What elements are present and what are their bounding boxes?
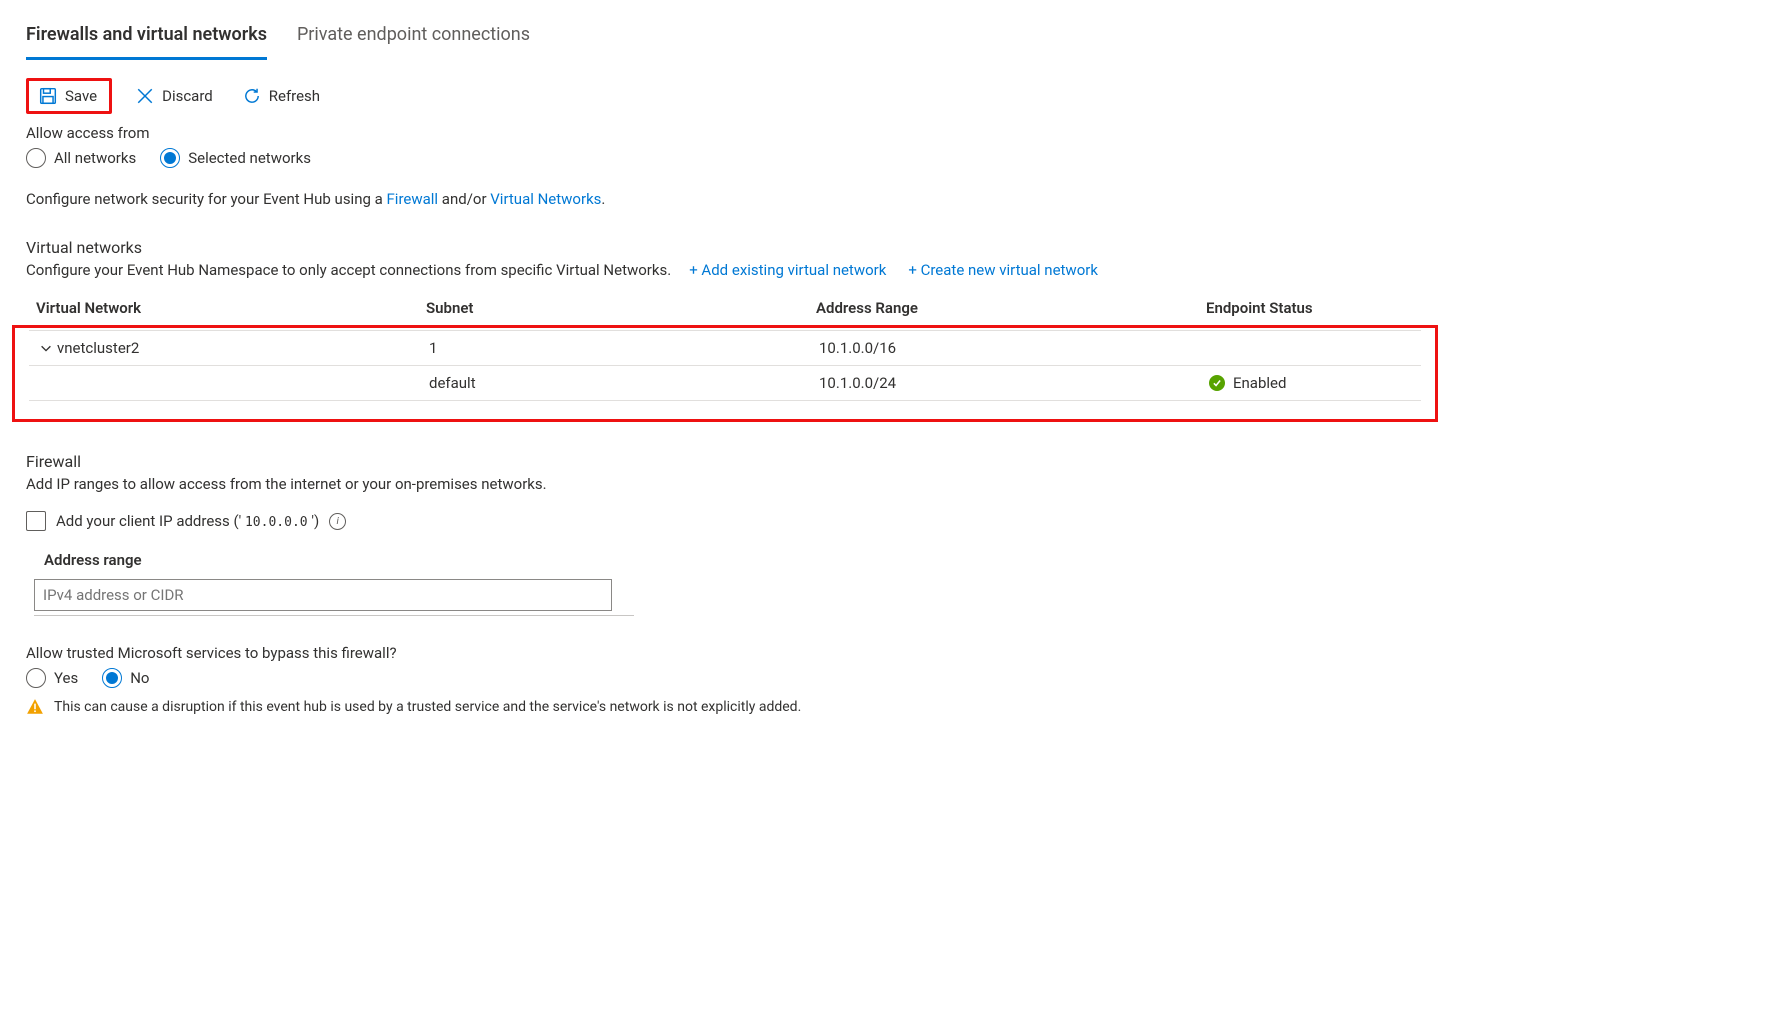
discard-button[interactable]: Discard <box>130 83 219 109</box>
radio-yes-label: Yes <box>54 669 78 687</box>
col-subnet: Subnet <box>426 299 816 317</box>
refresh-icon <box>243 87 261 105</box>
refresh-label: Refresh <box>269 87 320 105</box>
bypass-warning: This can cause a disruption if this even… <box>26 698 1757 716</box>
firewall-desc: Add IP ranges to allow access from the i… <box>26 475 1757 493</box>
add-client-ip-checkbox[interactable] <box>26 511 46 531</box>
subnet-cell: default <box>429 374 819 392</box>
bypass-warning-text: This can cause a disruption if this even… <box>54 699 801 715</box>
toolbar: Save Discard Refresh <box>26 78 1757 114</box>
radio-selected-label: Selected networks <box>188 149 311 167</box>
allow-access-radios: All networks Selected networks <box>26 148 1757 168</box>
status-enabled-icon <box>1209 375 1225 391</box>
bypass-label: Allow trusted Microsoft services to bypa… <box>26 644 1757 662</box>
col-virtual-network: Virtual Network <box>36 299 426 317</box>
tab-firewalls-vnets[interactable]: Firewalls and virtual networks <box>26 18 267 60</box>
firewall-link[interactable]: Firewall <box>387 190 439 208</box>
info-icon[interactable]: i <box>329 513 346 530</box>
radio-all-label: All networks <box>54 149 136 167</box>
tab-private-endpoints[interactable]: Private endpoint connections <box>297 18 530 60</box>
range-cell: 10.1.0.0/16 <box>819 339 1209 357</box>
range-cell: 10.1.0.0/24 <box>819 374 1209 392</box>
vnets-table-header: Virtual Network Subnet Address Range End… <box>26 291 1426 327</box>
create-new-vnet[interactable]: + Create new virtual network <box>908 261 1098 279</box>
radio-no-label: No <box>130 669 149 687</box>
address-range-input[interactable] <box>34 579 612 611</box>
vnets-table: Virtual Network Subnet Address Range End… <box>26 291 1426 422</box>
add-existing-vnet[interactable]: + Add existing virtual network <box>689 261 886 279</box>
tabs: Firewalls and virtual networks Private e… <box>26 18 1757 60</box>
radio-bypass-yes[interactable]: Yes <box>26 668 78 688</box>
vnet-name: vnetcluster2 <box>57 339 139 357</box>
chevron-down-icon[interactable] <box>39 341 53 355</box>
address-range-label: Address range <box>44 551 1757 569</box>
save-highlight: Save <box>26 78 112 114</box>
save-button[interactable]: Save <box>33 83 103 109</box>
subnet-cell: 1 <box>429 339 819 357</box>
endpoint-cell: Enabled <box>1233 374 1286 392</box>
discard-label: Discard <box>162 87 213 105</box>
add-client-ip-label: Add your client IP address (' 10.0.0.0 '… <box>56 512 319 530</box>
vnets-rows-highlight: vnetcluster2 1 10.1.0.0/16 default 10.1.… <box>12 325 1438 422</box>
virtual-networks-link[interactable]: Virtual Networks <box>490 190 601 208</box>
refresh-button[interactable]: Refresh <box>237 83 326 109</box>
vnets-subtext: Configure your Event Hub Namespace to on… <box>26 261 671 279</box>
firewall-heading: Firewall <box>26 452 1757 471</box>
warning-icon <box>26 698 44 716</box>
table-row[interactable]: default 10.1.0.0/24 Enabled <box>29 366 1421 401</box>
config-description: Configure network security for your Even… <box>26 190 1757 208</box>
col-address-range: Address Range <box>816 299 1206 317</box>
save-label: Save <box>65 87 97 105</box>
radio-bypass-no[interactable]: No <box>102 668 149 688</box>
table-row[interactable]: vnetcluster2 1 10.1.0.0/16 <box>29 330 1421 366</box>
radio-all-networks[interactable]: All networks <box>26 148 136 168</box>
discard-icon <box>136 87 154 105</box>
allow-access-label: Allow access from <box>26 124 1757 142</box>
radio-selected-networks[interactable]: Selected networks <box>160 148 311 168</box>
save-icon <box>39 87 57 105</box>
col-endpoint-status: Endpoint Status <box>1206 299 1436 317</box>
vnets-heading: Virtual networks <box>26 238 1757 257</box>
